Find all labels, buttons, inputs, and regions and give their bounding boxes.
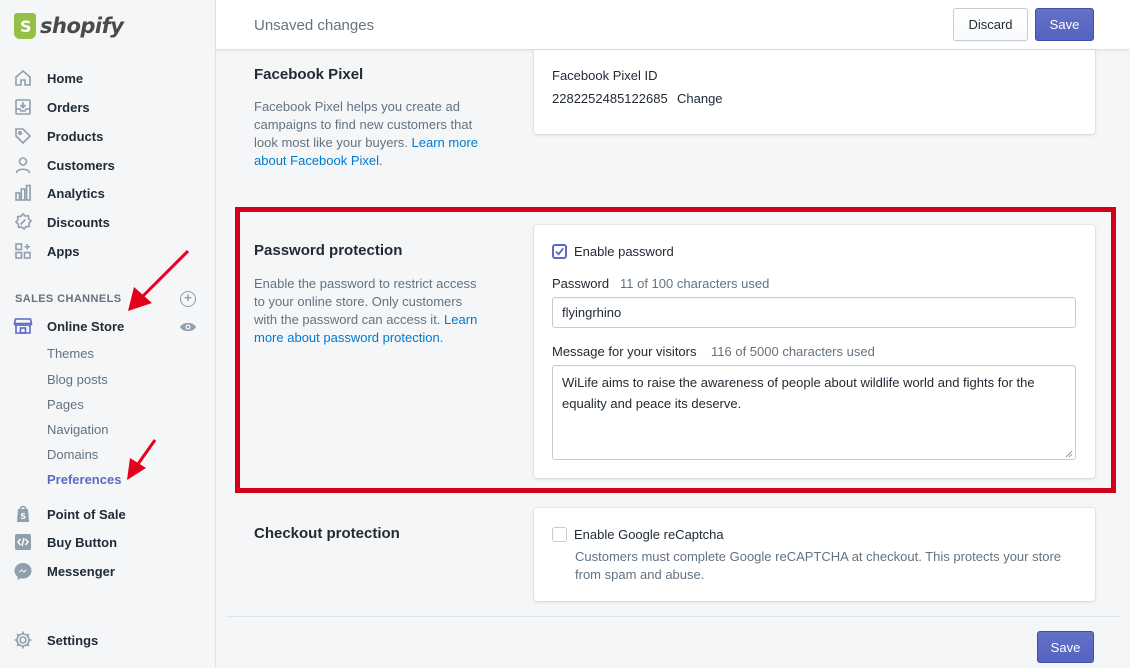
sidebar-item-home[interactable]: Home	[12, 66, 83, 90]
annotation-arrow-preferences	[127, 439, 157, 480]
enable-password-checkbox[interactable]	[552, 244, 567, 259]
shopify-bag-icon	[14, 13, 36, 39]
discard-button[interactable]: Discard	[953, 8, 1028, 41]
change-pixel-link[interactable]: Change	[677, 91, 723, 106]
sidebar-item-label: Buy Button	[47, 534, 118, 550]
brand-name: shopify	[40, 14, 124, 38]
checkmark-icon	[555, 247, 564, 256]
facebook-pixel-heading: Facebook Pixel	[254, 66, 364, 83]
recaptcha-help-text: Customers must complete Google reCAPTCHA…	[575, 549, 1062, 582]
sidebar-item-label: Analytics	[47, 185, 105, 201]
sidebar-item-label: Customers	[47, 157, 115, 173]
enable-recaptcha-label: Enable Google reCaptcha	[574, 527, 724, 542]
store-icon	[12, 315, 34, 337]
footer-divider	[226, 616, 1121, 617]
sidebar: shopify Home Orders Products Customers A…	[0, 0, 216, 668]
sidebar-item-label: Discounts	[47, 214, 110, 230]
apps-icon	[12, 240, 34, 262]
sidebar-item-messenger[interactable]: Messenger	[12, 559, 115, 583]
sidebar-item-buy-button[interactable]: Buy Button	[12, 530, 117, 554]
gear-icon	[12, 629, 34, 651]
svg-text:S: S	[20, 512, 26, 521]
code-icon	[12, 531, 34, 553]
sidebar-item-label: Online Store	[47, 318, 125, 334]
eye-icon[interactable]	[179, 320, 197, 334]
save-button[interactable]: Save	[1035, 8, 1094, 41]
sidebar-item-discounts[interactable]: Discounts	[12, 210, 110, 234]
orders-icon	[12, 96, 34, 118]
sidebar-item-settings[interactable]: Settings	[12, 628, 98, 652]
subnav-blog-posts[interactable]: Blog posts	[47, 372, 108, 387]
sidebar-item-label: Messenger	[47, 563, 115, 579]
password-protection-heading: Password protection	[254, 242, 403, 259]
sidebar-item-label: Point of Sale	[47, 506, 126, 522]
sidebar-item-analytics[interactable]: Analytics	[12, 181, 105, 205]
facebook-pixel-id-value: 2282252485122685	[552, 91, 668, 106]
sales-channels-heading: SALES CHANNELS	[15, 293, 122, 305]
resize-handle-icon[interactable]	[1065, 450, 1073, 458]
enable-recaptcha-checkbox[interactable]	[552, 527, 567, 542]
facebook-pixel-description: Facebook Pixel helps you create ad campa…	[254, 99, 479, 168]
sidebar-item-apps[interactable]: Apps	[12, 239, 80, 263]
password-char-count: 11 of 100 characters used	[620, 276, 770, 291]
context-save-bar: Unsaved changes Discard Save	[216, 0, 1130, 50]
checkout-protection-card: Enable Google reCaptcha Customers must c…	[534, 508, 1095, 601]
discount-icon	[12, 211, 34, 233]
password-protection-description: Enable the password to restrict access t…	[254, 276, 478, 345]
pos-bag-icon: S	[12, 503, 34, 525]
tag-icon	[12, 125, 34, 147]
subnav-domains[interactable]: Domains	[47, 447, 98, 462]
messenger-icon	[12, 560, 34, 582]
sidebar-item-customers[interactable]: Customers	[12, 153, 115, 177]
sidebar-item-label: Settings	[47, 632, 99, 648]
sidebar-item-orders[interactable]: Orders	[12, 95, 90, 119]
checkout-protection-heading: Checkout protection	[254, 525, 400, 542]
unsaved-changes-title: Unsaved changes	[254, 17, 375, 34]
bar-chart-icon	[12, 182, 34, 204]
visitor-message-char-count: 116 of 5000 characters used	[711, 344, 875, 359]
sidebar-item-label: Home	[47, 70, 84, 86]
footer-save-button[interactable]: Save	[1037, 631, 1094, 663]
sidebar-item-online-store[interactable]: Online Store	[12, 314, 124, 338]
facebook-pixel-id-label: Facebook Pixel ID	[552, 68, 658, 83]
visitor-message-label: Message for your visitors	[552, 344, 697, 359]
person-icon	[12, 154, 34, 176]
subnav-preferences[interactable]: Preferences	[47, 472, 121, 487]
password-label: Password	[552, 276, 610, 291]
shopify-logo[interactable]: shopify	[14, 12, 124, 40]
enable-password-label: Enable password	[574, 244, 674, 259]
sidebar-item-products[interactable]: Products	[12, 124, 103, 148]
annotation-arrow-online-store	[128, 249, 190, 311]
password-protection-card: Enable password Password 11 of 100 chara…	[534, 225, 1095, 478]
subnav-pages[interactable]: Pages	[47, 397, 84, 412]
sidebar-item-label: Products	[47, 128, 104, 144]
visitor-message-textarea[interactable]: WiLife aims to raise the awareness of pe…	[552, 365, 1076, 460]
sidebar-item-label: Apps	[47, 243, 80, 259]
subnav-navigation[interactable]: Navigation	[47, 422, 108, 437]
facebook-pixel-card: Facebook Pixel ID 2282252485122685 Chang…	[534, 50, 1095, 134]
sidebar-item-label: Orders	[47, 99, 90, 115]
password-input[interactable]: flyingrhino	[552, 297, 1076, 328]
home-icon	[12, 67, 34, 89]
sidebar-item-point-of-sale[interactable]: S Point of Sale	[12, 502, 126, 526]
subnav-themes[interactable]: Themes	[47, 346, 94, 361]
